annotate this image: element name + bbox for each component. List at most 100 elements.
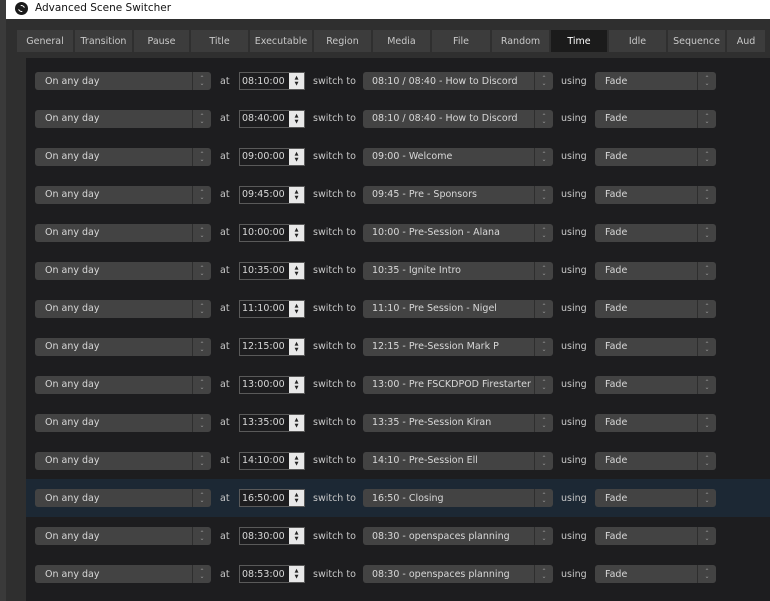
time-switch-row[interactable]: On any day ⌃ ⌄ at 08:40:00 ▲ ▼ switch to 0…: [26, 100, 770, 138]
chevron-updown-icon[interactable]: ⌃ ⌄: [192, 527, 211, 546]
day-select[interactable]: On any day ⌃ ⌄: [35, 489, 211, 508]
transition-select[interactable]: Fade ⌃ ⌄: [595, 451, 716, 470]
day-select[interactable]: On any day ⌃ ⌄: [35, 223, 211, 242]
time-switch-row[interactable]: On any day ⌃ ⌄ at 12:15:00 ▲ ▼ switch to 1…: [26, 328, 770, 366]
day-select[interactable]: On any day ⌃ ⌄: [35, 375, 211, 394]
scene-select[interactable]: 08:10 / 08:40 - How to Discord ⌃ ⌄: [363, 109, 553, 128]
spinner-arrows-icon[interactable]: ▲ ▼: [289, 224, 304, 241]
time-input[interactable]: 13:35:00 ▲ ▼: [239, 413, 305, 432]
transition-select[interactable]: Fade ⌃ ⌄: [595, 413, 716, 432]
chevron-updown-icon[interactable]: ⌃ ⌄: [534, 109, 553, 128]
time-switch-row[interactable]: On any day ⌃ ⌄ at 11:10:00 ▲ ▼ switch to 1…: [26, 290, 770, 328]
time-input[interactable]: 09:00:00 ▲ ▼: [239, 147, 305, 166]
transition-select[interactable]: Fade ⌃ ⌄: [595, 72, 716, 90]
chevron-updown-icon[interactable]: ⌃ ⌄: [192, 109, 211, 128]
time-value[interactable]: 08:40:00: [240, 113, 290, 124]
tab-aud[interactable]: Aud: [727, 30, 767, 52]
transition-select[interactable]: Fade ⌃ ⌄: [595, 109, 716, 128]
time-input[interactable]: 11:10:00 ▲ ▼: [239, 299, 305, 318]
transition-select[interactable]: Fade ⌃ ⌄: [595, 223, 716, 242]
chevron-updown-icon[interactable]: ⌃ ⌄: [697, 299, 716, 318]
chevron-updown-icon[interactable]: ⌃ ⌄: [534, 375, 553, 394]
chevron-updown-icon[interactable]: ⌃ ⌄: [192, 261, 211, 280]
tab-executable[interactable]: Executable: [250, 30, 314, 52]
tab-sequence[interactable]: Sequence: [668, 30, 727, 52]
time-switch-row[interactable]: On any day ⌃ ⌄ at 09:00:00 ▲ ▼ switch to 0…: [26, 138, 770, 176]
chevron-updown-icon[interactable]: ⌃ ⌄: [192, 451, 211, 470]
chevron-updown-icon[interactable]: ⌃ ⌄: [534, 527, 553, 546]
tab-time[interactable]: Time: [551, 30, 609, 52]
time-value[interactable]: 12:15:00: [240, 341, 290, 352]
chevron-updown-icon[interactable]: ⌃ ⌄: [534, 565, 553, 584]
day-select[interactable]: On any day ⌃ ⌄: [35, 72, 211, 90]
chevron-updown-icon[interactable]: ⌃ ⌄: [192, 185, 211, 204]
time-value[interactable]: 13:35:00: [240, 417, 290, 428]
day-select[interactable]: On any day ⌃ ⌄: [35, 337, 211, 356]
scene-select[interactable]: 12:15 - Pre-Session Mark P ⌃ ⌄: [363, 337, 553, 356]
transition-select[interactable]: Fade ⌃ ⌄: [595, 261, 716, 280]
chevron-updown-icon[interactable]: ⌃ ⌄: [192, 489, 211, 508]
day-select[interactable]: On any day ⌃ ⌄: [35, 451, 211, 470]
tab-file[interactable]: File: [432, 30, 492, 52]
time-input[interactable]: 08:10:00 ▲ ▼: [239, 72, 305, 90]
chevron-updown-icon[interactable]: ⌃ ⌄: [697, 261, 716, 280]
chevron-updown-icon[interactable]: ⌃ ⌄: [534, 185, 553, 204]
chevron-updown-icon[interactable]: ⌃ ⌄: [534, 413, 553, 432]
scene-select[interactable]: 09:45 - Pre - Sponsors ⌃ ⌄: [363, 185, 553, 204]
spinner-arrows-icon[interactable]: ▲ ▼: [289, 452, 304, 469]
time-switch-row[interactable]: On any day ⌃ ⌄ at 13:35:00 ▲ ▼ switch to 1…: [26, 404, 770, 442]
scene-select[interactable]: 08:30 - openspaces planning ⌃ ⌄: [363, 527, 553, 546]
spinner-arrows-icon[interactable]: ▲ ▼: [289, 566, 304, 583]
chevron-updown-icon[interactable]: ⌃ ⌄: [534, 451, 553, 470]
day-select[interactable]: On any day ⌃ ⌄: [35, 147, 211, 166]
chevron-updown-icon[interactable]: ⌃ ⌄: [192, 223, 211, 242]
spinner-arrows-icon[interactable]: ▲ ▼: [289, 528, 304, 545]
day-select[interactable]: On any day ⌃ ⌄: [35, 261, 211, 280]
day-select[interactable]: On any day ⌃ ⌄: [35, 299, 211, 318]
time-switch-row[interactable]: On any day ⌃ ⌄ at 13:00:00 ▲ ▼ switch to 1…: [26, 366, 770, 404]
time-value[interactable]: 08:53:00: [240, 569, 290, 580]
spinner-arrows-icon[interactable]: ▲ ▼: [289, 148, 304, 165]
chevron-updown-icon[interactable]: ⌃ ⌄: [192, 147, 211, 166]
chevron-updown-icon[interactable]: ⌃ ⌄: [534, 147, 553, 166]
time-value[interactable]: 09:45:00: [240, 189, 290, 200]
transition-select[interactable]: Fade ⌃ ⌄: [595, 375, 716, 394]
time-input[interactable]: 09:45:00 ▲ ▼: [239, 185, 305, 204]
scene-select[interactable]: 11:10 - Pre Session - Nigel ⌃ ⌄: [363, 299, 553, 318]
time-value[interactable]: 16:50:00: [240, 493, 290, 504]
time-switch-row[interactable]: On any day ⌃ ⌄ at 09:45:00 ▲ ▼ switch to 0…: [26, 176, 770, 214]
spinner-arrows-icon[interactable]: ▲ ▼: [289, 73, 304, 89]
chevron-updown-icon[interactable]: ⌃ ⌄: [697, 565, 716, 584]
scene-select[interactable]: 16:50 - Closing ⌃ ⌄: [363, 489, 553, 508]
tab-media[interactable]: Media: [373, 30, 432, 52]
time-switch-row[interactable]: On any day ⌃ ⌄ at 10:00:00 ▲ ▼ switch to 1…: [26, 214, 770, 252]
time-value[interactable]: 09:00:00: [240, 151, 290, 162]
scene-select[interactable]: 13:00 - Pre FSCKDPOD Firestarter ⌃ ⌄: [363, 375, 553, 394]
chevron-updown-icon[interactable]: ⌃ ⌄: [697, 527, 716, 546]
scene-select[interactable]: 08:10 / 08:40 - How to Discord ⌃ ⌄: [363, 72, 553, 90]
spinner-arrows-icon[interactable]: ▲ ▼: [289, 338, 304, 355]
time-value[interactable]: 10:35:00: [240, 265, 290, 276]
chevron-updown-icon[interactable]: ⌃ ⌄: [192, 299, 211, 318]
scene-select[interactable]: 14:10 - Pre-Session Ell ⌃ ⌄: [363, 451, 553, 470]
spinner-arrows-icon[interactable]: ▲ ▼: [289, 262, 304, 279]
chevron-updown-icon[interactable]: ⌃ ⌄: [534, 223, 553, 242]
time-input[interactable]: 08:53:00 ▲ ▼: [239, 565, 305, 584]
spinner-arrows-icon[interactable]: ▲ ▼: [289, 414, 304, 431]
time-input[interactable]: 10:35:00 ▲ ▼: [239, 261, 305, 280]
time-input[interactable]: 10:00:00 ▲ ▼: [239, 223, 305, 242]
tab-idle[interactable]: Idle: [609, 30, 668, 52]
chevron-updown-icon[interactable]: ⌃ ⌄: [534, 489, 553, 508]
chevron-updown-icon[interactable]: ⌃ ⌄: [192, 375, 211, 394]
tab-title[interactable]: Title: [191, 30, 250, 52]
chevron-updown-icon[interactable]: ⌃ ⌄: [192, 72, 211, 90]
time-switch-row[interactable]: On any day ⌃ ⌄ at 10:35:00 ▲ ▼ switch to 1…: [26, 252, 770, 290]
spinner-arrows-icon[interactable]: ▲ ▼: [289, 376, 304, 393]
chevron-updown-icon[interactable]: ⌃ ⌄: [534, 299, 553, 318]
spinner-arrows-icon[interactable]: ▲ ▼: [289, 300, 304, 317]
scene-select[interactable]: 10:35 - Ignite Intro ⌃ ⌄: [363, 261, 553, 280]
chevron-updown-icon[interactable]: ⌃ ⌄: [534, 337, 553, 356]
chevron-updown-icon[interactable]: ⌃ ⌄: [697, 337, 716, 356]
chevron-updown-icon[interactable]: ⌃ ⌄: [534, 72, 553, 90]
transition-select[interactable]: Fade ⌃ ⌄: [595, 299, 716, 318]
